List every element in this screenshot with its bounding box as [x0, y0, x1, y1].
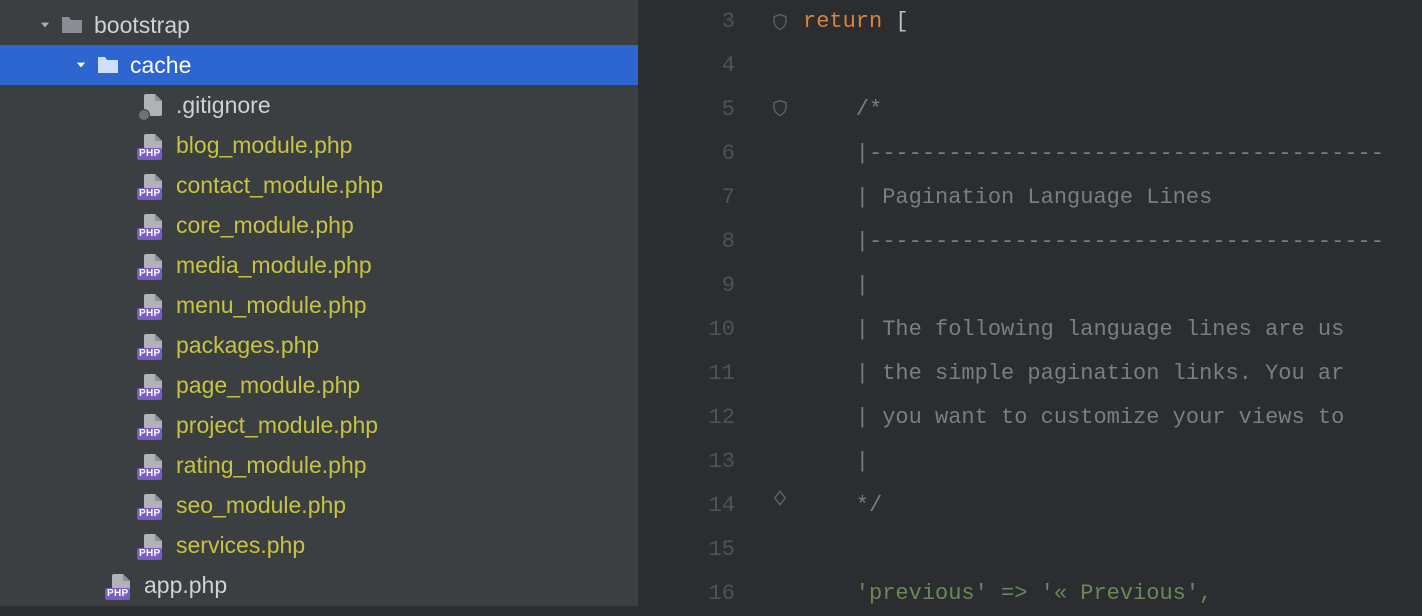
tree-label: cache — [130, 52, 191, 79]
line-number[interactable]: 5 — [638, 88, 735, 132]
folder-icon — [96, 55, 120, 75]
code-editor[interactable]: 345678910111213141516 return [ /* |-----… — [638, 0, 1422, 606]
code-line[interactable]: |--------------------------------------- — [803, 132, 1422, 176]
gitignore-file-icon — [140, 92, 166, 118]
tree-file[interactable]: .gitignore — [0, 85, 638, 125]
tree-file[interactable]: PHP project_module.php — [0, 405, 638, 445]
code-line[interactable]: | Pagination Language Lines — [803, 176, 1422, 220]
tree-folder-bootstrap[interactable]: bootstrap — [0, 5, 638, 45]
php-file-icon: PHP — [140, 372, 166, 398]
chevron-down-icon[interactable] — [36, 16, 54, 34]
line-number[interactable]: 7 — [638, 176, 735, 220]
tree-file[interactable]: PHP blog_module.php — [0, 125, 638, 165]
tree-label: rating_module.php — [176, 452, 367, 479]
tree-file[interactable]: PHP media_module.php — [0, 245, 638, 285]
tree-label: blog_module.php — [176, 132, 352, 159]
line-number[interactable]: 15 — [638, 528, 735, 572]
line-number[interactable]: 4 — [638, 44, 735, 88]
tree-label: seo_module.php — [176, 492, 346, 519]
php-file-icon: PHP — [140, 252, 166, 278]
project-tree[interactable]: bootstrap cache .gitignore PHP blog_module… — [0, 0, 638, 606]
line-number[interactable]: 3 — [638, 0, 735, 44]
code-line[interactable]: | — [803, 440, 1422, 484]
tree-file-app[interactable]: PHP app.php — [0, 565, 638, 605]
line-number[interactable]: 11 — [638, 352, 735, 396]
php-file-icon: PHP — [140, 292, 166, 318]
chevron-down-icon[interactable] — [72, 56, 90, 74]
php-file-icon: PHP — [140, 492, 166, 518]
tree-label: bootstrap — [94, 12, 190, 39]
tree-label: packages.php — [176, 332, 319, 359]
shield-icon — [771, 12, 789, 32]
php-file-icon: PHP — [140, 172, 166, 198]
php-file-icon: PHP — [140, 332, 166, 358]
line-number[interactable]: 8 — [638, 220, 735, 264]
php-file-icon: PHP — [140, 412, 166, 438]
tree-file[interactable]: PHP services.php — [0, 525, 638, 565]
tree-file[interactable]: PHP contact_module.php — [0, 165, 638, 205]
gutter-mark-slot — [771, 87, 789, 130]
tree-label: project_module.php — [176, 412, 378, 439]
tree-file[interactable]: PHP packages.php — [0, 325, 638, 365]
code-line[interactable]: | — [803, 264, 1422, 308]
code-line[interactable]: | you want to customize your views to — [803, 396, 1422, 440]
code-line[interactable] — [803, 528, 1422, 572]
tree-label: core_module.php — [176, 212, 354, 239]
line-number[interactable]: 16 — [638, 572, 735, 616]
code-line[interactable]: |--------------------------------------- — [803, 220, 1422, 264]
code-line[interactable]: | The following language lines are us — [803, 308, 1422, 352]
line-number[interactable]: 6 — [638, 132, 735, 176]
folder-icon — [60, 15, 84, 35]
php-file-icon: PHP — [140, 132, 166, 158]
line-number[interactable]: 14 — [638, 484, 735, 528]
tree-label: menu_module.php — [176, 292, 367, 319]
code-line[interactable]: return [ — [803, 0, 1422, 44]
tree-label: contact_module.php — [176, 172, 383, 199]
diamond-icon — [771, 488, 789, 508]
php-file-icon: PHP — [140, 212, 166, 238]
code-line[interactable]: */ — [803, 484, 1422, 528]
tree-folder-cache[interactable]: cache — [0, 45, 638, 85]
php-file-icon: PHP — [140, 452, 166, 478]
tree-file[interactable]: PHP menu_module.php — [0, 285, 638, 325]
code-line[interactable]: 'previous' => '« Previous', — [803, 572, 1422, 606]
line-number[interactable]: 9 — [638, 264, 735, 308]
tree-file[interactable]: PHP rating_module.php — [0, 445, 638, 485]
gutter-marks — [763, 0, 797, 606]
code-area[interactable]: return [ /* |---------------------------… — [797, 0, 1422, 606]
tree-label: .gitignore — [176, 92, 271, 119]
gutter-mark-slot — [771, 476, 789, 519]
php-file-icon: PHP — [140, 532, 166, 558]
tree-file[interactable]: PHP core_module.php — [0, 205, 638, 245]
tree-label: app.php — [144, 572, 227, 599]
tree-file-list: .gitignore PHP blog_module.php PHP contact_m… — [0, 85, 638, 565]
tree-label: page_module.php — [176, 372, 360, 399]
line-number[interactable]: 10 — [638, 308, 735, 352]
tree-file[interactable]: PHP page_module.php — [0, 365, 638, 405]
code-line[interactable] — [803, 44, 1422, 88]
line-gutter[interactable]: 345678910111213141516 — [638, 0, 763, 606]
line-number[interactable]: 13 — [638, 440, 735, 484]
code-line[interactable]: /* — [803, 88, 1422, 132]
tree-file[interactable]: PHP seo_module.php — [0, 485, 638, 525]
tree-label: services.php — [176, 532, 305, 559]
tree-label: media_module.php — [176, 252, 372, 279]
line-number[interactable]: 12 — [638, 396, 735, 440]
shield-icon — [771, 98, 789, 118]
php-file-icon: PHP — [108, 572, 134, 598]
code-line[interactable]: | the simple pagination links. You ar — [803, 352, 1422, 396]
gutter-mark-slot — [771, 0, 789, 43]
